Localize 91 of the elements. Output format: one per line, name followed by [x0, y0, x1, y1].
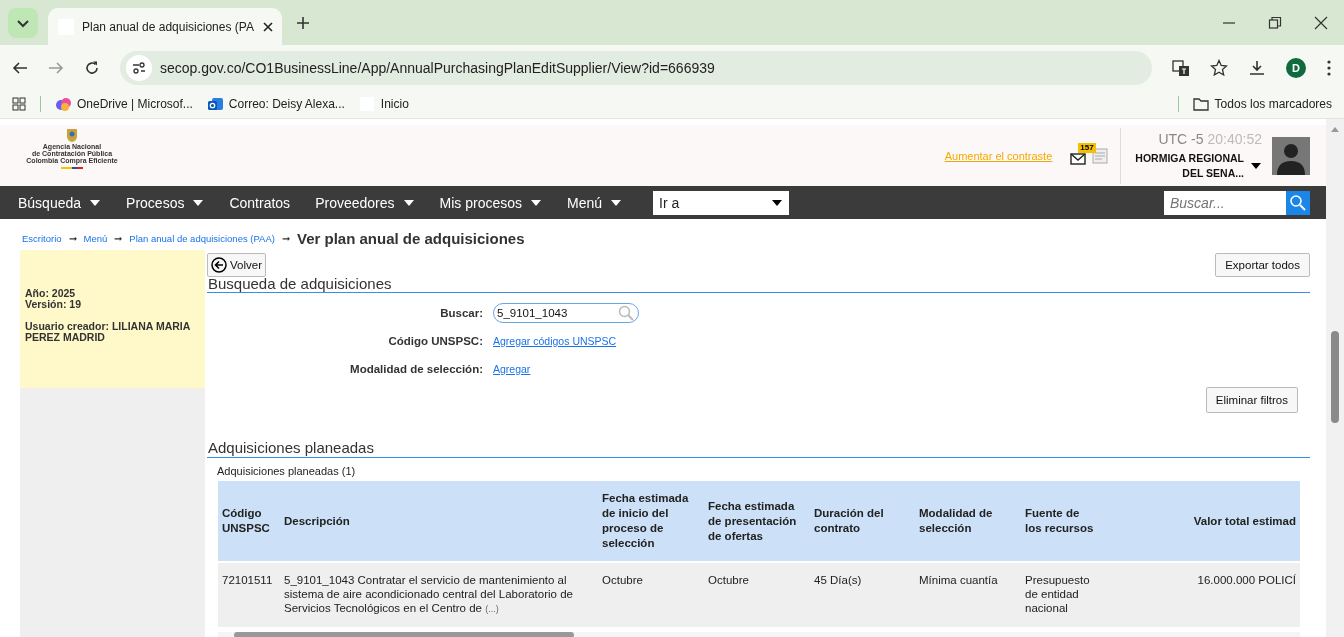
scrollbar[interactable] [1326, 119, 1344, 637]
column-header: Fecha estimada de inicio del proceso de selección [598, 481, 704, 561]
table-cell: Octubre [708, 574, 749, 586]
reload-icon[interactable] [84, 59, 100, 76]
folder-icon [1192, 97, 1209, 111]
column-header: Fecha estimada de presentación de ofertas [704, 481, 810, 561]
search-field[interactable]: 5_9101_1043 [493, 303, 639, 323]
column-header: Modalidad de selección [915, 481, 1021, 561]
user-avatar-icon [1272, 136, 1310, 175]
notification-badge: 157 [1078, 142, 1096, 153]
bookmark[interactable]: Inicio [358, 96, 409, 112]
apps-grid-icon[interactable] [12, 97, 26, 111]
breadcrumb-separator: ➞ [281, 232, 290, 244]
goto-dropdown[interactable]: Ir a [653, 190, 789, 215]
scroll-up-icon [1330, 125, 1340, 133]
scrollbar-thumb[interactable] [234, 632, 574, 637]
nav-menu-item[interactable]: Contratos [229, 194, 291, 211]
tab-list-icon[interactable] [8, 7, 38, 38]
table-cell: Octubre [602, 574, 643, 586]
clear-filters-button[interactable]: Eliminar filtros [1205, 387, 1298, 413]
table-cell: 16.000.000 POLICÍ [1197, 574, 1296, 586]
more-menu-icon[interactable] [1326, 58, 1332, 77]
table-cell: 45 Día(s) [814, 574, 862, 586]
download-icon[interactable] [1248, 58, 1266, 77]
export-button[interactable]: Exportar todos [1215, 253, 1310, 277]
search-icon [618, 305, 634, 321]
mail-icon[interactable] [1070, 152, 1087, 165]
tab-title: Plan anual de adquisiciones (PA [82, 19, 254, 34]
search-field[interactable]: Buscar... [1164, 190, 1286, 215]
flag-stripe [61, 167, 83, 169]
section-title: Adquisiciones planeadas [207, 439, 1310, 458]
caret-icon [1250, 161, 1262, 170]
table-cell: Mínima cuantía [919, 574, 998, 586]
mail-app-icon [206, 96, 223, 112]
section-title: Busqueda de adquisiciones [207, 277, 1310, 293]
table-caption: Adquisiciones planeadas (1) [216, 464, 357, 479]
nav-menu-item[interactable]: Menú [567, 194, 622, 211]
profile-avatar[interactable]: D [1286, 57, 1306, 78]
column-header: Fuente de los recursos [1021, 481, 1127, 561]
add-link[interactable]: Agregar códigos UNSPSC [493, 335, 617, 347]
user-name: DEL SENA... [1182, 165, 1244, 181]
column-header: Descripción [280, 481, 598, 561]
address-bar[interactable]: secop.gov.co/CO1BusinessLine/App/AnnualPurchasingPlanEditSupplier/View?id=666939 [120, 50, 1152, 85]
new-tab-icon[interactable] [296, 15, 310, 30]
restore-icon[interactable] [1268, 15, 1282, 30]
timezone-label: UTC -5 [1158, 130, 1204, 147]
breadcrumb-link[interactable]: Menú [83, 232, 108, 244]
add-link[interactable]: Agregar [493, 363, 531, 375]
search-icon[interactable] [1286, 190, 1310, 215]
info-text: Versión: 19 [25, 299, 83, 310]
nav-menu-item[interactable]: Procesos [126, 194, 205, 211]
shield-icon [64, 127, 80, 143]
scrollbar-thumb[interactable] [1331, 331, 1339, 423]
table-cell: Presupuesto de entidad nacional [1025, 574, 1090, 614]
bookmark[interactable]: Correo: Deisy Alexa... [206, 96, 345, 112]
back-button[interactable]: Volver [207, 253, 266, 277]
field-label: Modalidad de selección: [349, 363, 483, 375]
info-text: Año: 2025 [25, 288, 77, 299]
column-header: Valor total estimad [1127, 481, 1300, 561]
field-label: Código UNSPSC: [387, 335, 483, 347]
table-cell: 5_9101_1043 Contratar el servicio de mantenimiento al sistema de aire acondicionado central del Laboratorio de Servicios Tecnológicos en el Centro de (...) [284, 574, 573, 614]
page-title: Ver plan anual de adquisiciones [296, 229, 525, 247]
more-link[interactable]: (...) [485, 604, 499, 614]
bookmark[interactable]: OneDrive | Microsof... [55, 96, 193, 112]
nav-menu-item[interactable]: Mis procesos [439, 194, 542, 211]
nav-menu-item[interactable]: Búsqueda [18, 194, 102, 211]
breadcrumb-link[interactable]: Escritorio [22, 232, 62, 244]
field-label: Buscar: [439, 307, 483, 319]
creator-text: Usuario creador: LILIANA MARIA PEREZ MADRID [25, 321, 191, 343]
star-icon[interactable] [1210, 58, 1228, 77]
translate-icon[interactable] [1172, 58, 1190, 77]
caret-icon [771, 198, 783, 207]
close-icon[interactable] [1314, 15, 1328, 30]
breadcrumb-separator: ➞ [68, 232, 77, 244]
site-settings-icon [126, 54, 152, 81]
nav-menu-item[interactable]: Proveedores [315, 194, 415, 211]
user-name: HORMIGA REGIONAL [1135, 150, 1244, 166]
cloud-icon [55, 96, 71, 112]
user-menu[interactable]: HORMIGA REGIONAL DEL SENA... [1135, 150, 1262, 181]
table-cell: 72101511 [222, 574, 273, 586]
close-icon[interactable] [261, 20, 274, 33]
column-header: Código UNSPSC [218, 481, 280, 561]
forward-arrow-icon[interactable] [48, 59, 64, 76]
breadcrumb-separator: ➞ [114, 232, 123, 244]
all-bookmarks-button[interactable]: Todos los marcadores [1192, 97, 1332, 111]
browser-tab[interactable]: Plan anual de adquisiciones (PA [48, 8, 282, 45]
column-header: Duración del contrato [810, 481, 915, 561]
back-circle-icon [211, 257, 227, 273]
breadcrumb-link[interactable]: Plan anual de adquisiciones (PAA) [129, 232, 275, 244]
clock-time: 20:40:52 [1207, 130, 1262, 147]
back-arrow-icon[interactable] [12, 59, 28, 76]
